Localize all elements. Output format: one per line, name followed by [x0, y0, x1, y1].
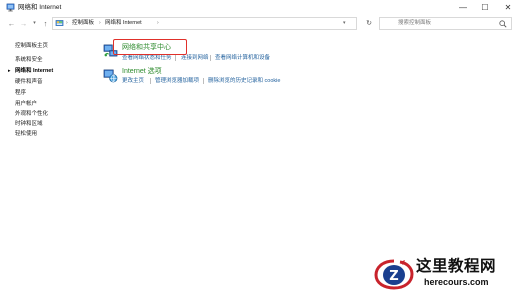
- navigation-bar: ← → ▾ ↑ › 控制面板 › 网络和 Internet › ▾ ↻ 搜索控制…: [0, 15, 520, 32]
- breadcrumb-separator: ›: [66, 20, 68, 26]
- search-icon: [499, 20, 507, 28]
- address-bar[interactable]: › 控制面板 › 网络和 Internet › ▾: [52, 17, 357, 30]
- manage-addons-link[interactable]: 管理浏览器加载项: [155, 77, 199, 85]
- internet-options-link[interactable]: Internet 选项: [122, 67, 162, 77]
- watermark: Z 这里教程网 herecours.com: [372, 254, 520, 293]
- active-indicator: ▸: [8, 68, 11, 74]
- sidebar-item-hardware-sound[interactable]: 硬件和声音: [15, 78, 43, 86]
- breadcrumb-separator: ›: [99, 20, 101, 26]
- watermark-url: herecours.com: [424, 277, 489, 287]
- link-divider: [150, 78, 151, 84]
- breadcrumb-control-panel[interactable]: 控制面板: [72, 18, 94, 29]
- sidebar-item-appearance[interactable]: 外观和个性化: [15, 110, 48, 118]
- sidebar: 控制面板主页 系统和安全 ▸ 网络和 Internet 硬件和声音 程序 用户帐…: [0, 32, 95, 293]
- delete-browsing-history-link[interactable]: 删除浏览的历史记录和 cookie: [208, 77, 280, 85]
- sidebar-item-ease-of-access[interactable]: 轻松使用: [15, 130, 37, 138]
- watermark-logo-letter: Z: [389, 269, 398, 284]
- network-internet-app-icon: [6, 3, 15, 12]
- sidebar-item-user-accounts[interactable]: 用户帐户: [15, 100, 37, 108]
- change-homepage-link[interactable]: 更改主页: [122, 77, 144, 85]
- minimize-button[interactable]: —: [452, 0, 474, 15]
- search-input[interactable]: 搜索控制面板: [379, 17, 512, 30]
- control-panel-icon: [55, 20, 64, 26]
- watermark-name: 这里教程网: [416, 256, 497, 275]
- link-divider: [175, 55, 176, 61]
- title-bar: 网络和 Internet — ☐ ✕: [0, 0, 520, 15]
- view-network-computers-link[interactable]: 查看网络计算机和设备: [215, 54, 270, 62]
- recent-locations-button[interactable]: ▾: [29, 17, 40, 30]
- link-divider: [203, 78, 204, 84]
- address-dropdown-button[interactable]: ▾: [343, 18, 346, 29]
- internet-options-icon: [103, 69, 118, 83]
- window-title: 网络和 Internet: [18, 4, 62, 11]
- connect-to-network-link[interactable]: 连接到网络: [181, 54, 209, 62]
- refresh-button[interactable]: ↻: [363, 17, 375, 30]
- back-button[interactable]: ←: [6, 17, 17, 30]
- forward-button[interactable]: →: [18, 17, 29, 30]
- breadcrumb-separator[interactable]: ›: [157, 18, 159, 29]
- link-divider: [210, 55, 211, 61]
- view-network-status-link[interactable]: 查看网络状态和任务: [122, 54, 172, 62]
- watermark-logo-icon: Z: [374, 259, 414, 290]
- sidebar-item-control-panel-home[interactable]: 控制面板主页: [15, 42, 48, 50]
- maximize-button[interactable]: ☐: [474, 0, 496, 15]
- sidebar-item-programs[interactable]: 程序: [15, 89, 26, 97]
- up-button[interactable]: ↑: [40, 17, 51, 30]
- sidebar-item-system-security[interactable]: 系统和安全: [15, 56, 43, 64]
- sidebar-item-network-internet[interactable]: 网络和 Internet: [15, 67, 53, 75]
- highlight-annotation: [113, 39, 187, 55]
- close-button[interactable]: ✕: [497, 0, 519, 15]
- breadcrumb-network-internet[interactable]: 网络和 Internet: [105, 18, 142, 29]
- sidebar-item-clock-region[interactable]: 时钟和区域: [15, 120, 43, 128]
- search-placeholder: 搜索控制面板: [398, 20, 432, 26]
